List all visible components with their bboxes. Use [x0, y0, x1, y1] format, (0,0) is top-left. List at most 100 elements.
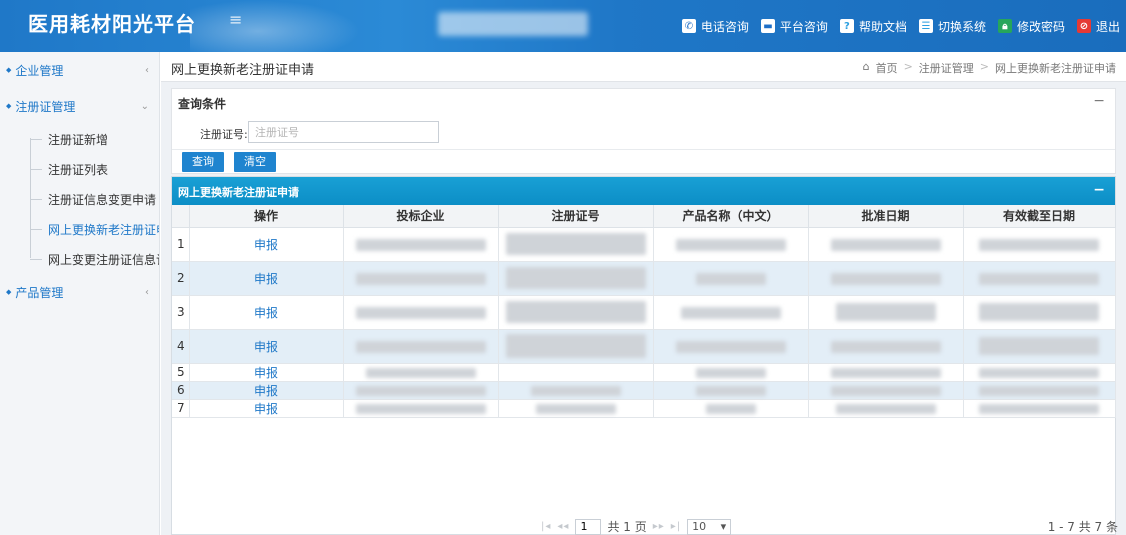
page-title: 网上更换新老注册证申请 [171, 63, 315, 78]
phone-consult-label: 电话咨询 [700, 19, 749, 34]
help-docs-label: 帮助文档 [858, 19, 907, 34]
next-page-icon[interactable]: ▸▸ [653, 521, 665, 532]
redacted-cell [498, 227, 654, 262]
apply-link[interactable]: 申报 [254, 402, 278, 416]
redacted-cell [963, 261, 1116, 296]
apply-link[interactable]: 申报 [254, 384, 278, 398]
sidebar-item-new-registration[interactable]: 注册证新增 [0, 124, 159, 154]
apply-link[interactable]: 申报 [254, 366, 278, 380]
action-cell: 申报 [189, 227, 344, 262]
redacted-cell [653, 363, 809, 382]
table-row[interactable]: 5 申报 [172, 363, 1116, 382]
collapse-icon[interactable]: − [1093, 93, 1105, 109]
record-count-summary: 1 - 7 共 7 条 [1047, 520, 1118, 534]
switch-system-link[interactable]: ☰ 切换系统 [918, 18, 986, 35]
sidebar-item-registration-list[interactable]: 注册证列表 [0, 154, 159, 184]
sidebar-group-registration[interactable]: ◆ 注册证管理 ⌄ [0, 88, 159, 124]
redacted-cell [963, 381, 1116, 400]
prev-page-icon[interactable]: ◂◂ [557, 521, 569, 532]
breadcrumb-home[interactable]: 首页 [876, 60, 898, 76]
switch-icon: ☰ [918, 19, 933, 33]
table-row[interactable]: 7 申报 [172, 399, 1116, 418]
redacted-cell [963, 363, 1116, 382]
clear-button[interactable]: 清空 [234, 152, 276, 172]
tree-connector-line [30, 138, 31, 258]
redacted-user-info [438, 12, 588, 36]
apply-link[interactable]: 申报 [254, 272, 278, 286]
registration-number-input[interactable] [248, 121, 439, 143]
page-header: 网上更换新老注册证申请 ⌂ 首页 > 注册证管理 > 网上更换新老注册证申请 [161, 52, 1126, 82]
table-row[interactable]: 3 申报 [172, 295, 1116, 330]
sidebar: ◆ 企业管理 ‹ ◆ 注册证管理 ⌄ 注册证新增 注册证列表 注册证信息变更申请… [0, 52, 160, 535]
switch-system-label: 切换系统 [937, 19, 986, 34]
apply-link[interactable]: 申报 [254, 238, 278, 252]
sidebar-item-label: 注册证新增 [48, 132, 109, 147]
sidebar-item-change-record[interactable]: 网上变更注册证信息记录 [0, 244, 159, 274]
phone-consult-link[interactable]: ✆ 电话咨询 [681, 18, 749, 35]
sidebar-group-products[interactable]: ◆ 产品管理 ‹ [0, 274, 159, 310]
redacted-cell [808, 295, 964, 330]
top-bar: 医用耗材阳光平台 ≡ ✆ 电话咨询 ▬ 平台咨询 ? 帮助文档 ☰ 切换系统 🔒… [0, 0, 1126, 52]
column-header[interactable]: 注册证号 [498, 205, 654, 228]
search-button[interactable]: 查询 [182, 152, 224, 172]
redacted-cell [653, 399, 809, 418]
breadcrumb-separator: > [903, 60, 913, 73]
lock-icon: 🔒︎ [997, 19, 1012, 33]
query-panel: 查询条件 − 注册证号: 查询 清空 [171, 88, 1116, 174]
column-header[interactable]: 有效截至日期 [963, 205, 1116, 228]
redacted-cell [343, 227, 499, 262]
table-row[interactable]: 2 申报 [172, 261, 1116, 296]
sidebar-item-info-change[interactable]: 注册证信息变更申请 [0, 184, 159, 214]
column-header[interactable]: 产品名称（中文） [653, 205, 809, 228]
phone-icon: ✆ [681, 19, 696, 33]
column-header[interactable]: 批准日期 [808, 205, 964, 228]
page-size-value: 10 [692, 520, 707, 533]
table-row[interactable]: 1 申报 [172, 227, 1116, 262]
redacted-cell [498, 329, 654, 364]
breadcrumb-current: 网上更换新老注册证申请 [995, 62, 1116, 75]
redacted-cell [343, 399, 499, 418]
redacted-cell [653, 329, 809, 364]
table-header-row: 操作 投标企业 注册证号 产品名称（中文） 批准日期 有效截至日期 [172, 205, 1116, 228]
first-page-icon[interactable]: |◂ [541, 521, 551, 532]
help-docs-link[interactable]: ? 帮助文档 [839, 18, 907, 35]
last-page-icon[interactable]: ▸| [671, 521, 681, 532]
collapse-icon[interactable]: − [1093, 182, 1105, 198]
registration-number-label: 注册证号: [200, 128, 248, 141]
table-row[interactable]: 4 申报 [172, 329, 1116, 364]
change-password-link[interactable]: 🔒︎ 修改密码 [997, 18, 1065, 35]
sidebar-group-enterprise[interactable]: ◆ 企业管理 ‹ [0, 52, 159, 88]
table-row[interactable]: 6 申报 [172, 381, 1116, 400]
apply-link[interactable]: 申报 [254, 306, 278, 320]
pagination-controls: |◂ ◂◂ 共 1 页 ▸▸ ▸| 10 ▾ [541, 518, 732, 535]
row-number: 1 [172, 227, 190, 262]
header-decoration [190, 0, 360, 52]
results-panel-header: 网上更换新老注册证申请 − [172, 177, 1115, 205]
redacted-cell [653, 381, 809, 400]
redacted-cell [653, 261, 809, 296]
action-cell: 申报 [189, 261, 344, 296]
breadcrumb-registration[interactable]: 注册证管理 [919, 60, 974, 76]
logout-label: 退出 [1095, 19, 1120, 34]
redacted-cell [343, 261, 499, 296]
apply-link[interactable]: 申报 [254, 340, 278, 354]
dropdown-arrow-icon: ▾ [720, 520, 727, 533]
redacted-cell [343, 295, 499, 330]
redacted-cell [808, 381, 964, 400]
page-size-select[interactable]: 10 ▾ [687, 518, 732, 535]
row-number: 3 [172, 295, 190, 330]
redacted-cell [963, 329, 1116, 364]
sidebar-item-renew-certificate[interactable]: 网上更换新老注册证申请 [0, 214, 159, 244]
row-number: 6 [172, 381, 190, 400]
results-panel-title: 网上更换新老注册证申请 [178, 186, 299, 199]
action-cell: 申报 [189, 363, 344, 382]
sidebar-group-label: 注册证管理 [15, 99, 76, 114]
redacted-cell [963, 227, 1116, 262]
page-number-input[interactable] [575, 518, 602, 535]
column-header[interactable]: 投标企业 [343, 205, 499, 228]
row-number: 5 [172, 363, 190, 382]
platform-consult-link[interactable]: ▬ 平台咨询 [760, 18, 828, 35]
home-icon: ⌂ [862, 60, 870, 73]
menu-toggle-icon[interactable]: ≡ [229, 10, 242, 29]
logout-link[interactable]: ⊘ 退出 [1076, 18, 1120, 35]
